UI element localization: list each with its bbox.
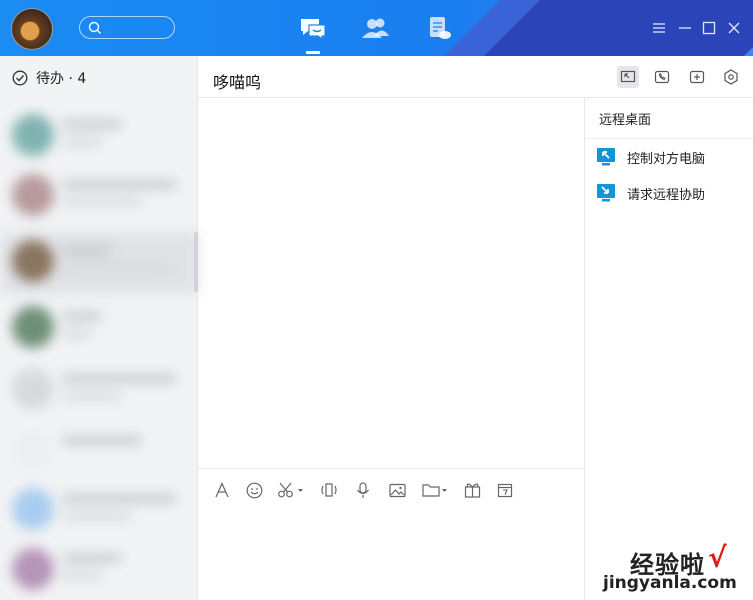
- emoji-icon: [246, 482, 262, 498]
- screenshot-button[interactable]: [277, 480, 305, 500]
- contacts-icon: [362, 18, 389, 38]
- shake-button[interactable]: [319, 480, 339, 500]
- remote-control-icon: [597, 148, 615, 166]
- conversation-sidebar: 待办 · 4: [0, 56, 198, 600]
- list-item[interactable]: [0, 422, 198, 480]
- phone-button[interactable]: [651, 66, 673, 88]
- remote-assist-icon: [597, 184, 615, 202]
- message-input[interactable]: [198, 505, 584, 600]
- input-divider: [198, 468, 584, 469]
- font-icon: [215, 482, 229, 498]
- control-remote-pc-button[interactable]: 控制对方电脑: [597, 145, 747, 169]
- nav-contacts-tab[interactable]: [360, 14, 390, 42]
- image-button[interactable]: [387, 480, 407, 500]
- calendar-icon: [497, 483, 513, 498]
- maximize-icon: [702, 21, 716, 35]
- shake-icon: [321, 483, 337, 497]
- image-icon: [388, 483, 406, 497]
- minimize-icon: [679, 27, 691, 29]
- todo-label: 待办 · 4: [36, 71, 87, 87]
- settings-hex-icon: [724, 69, 738, 85]
- request-remote-assist-button[interactable]: 请求远程协助: [597, 181, 747, 205]
- list-item[interactable]: [0, 360, 198, 418]
- control-remote-pc-label: 控制对方电脑: [627, 151, 706, 167]
- add-button[interactable]: [686, 66, 708, 88]
- remote-desktop-button[interactable]: [617, 66, 639, 88]
- menu-button[interactable]: [651, 20, 667, 36]
- check-circle-icon: [12, 70, 28, 86]
- watermark: 经验啦 √ jingyanla.com: [600, 541, 750, 600]
- chat-bubble-icon: [301, 19, 326, 40]
- nav-docs-tab[interactable]: [424, 14, 454, 42]
- font-button[interactable]: [212, 480, 232, 500]
- add-icon: [689, 70, 705, 84]
- list-item[interactable]: [0, 480, 198, 538]
- list-item[interactable]: [0, 106, 198, 164]
- list-item[interactable]: [0, 232, 198, 294]
- phone-icon: [654, 70, 670, 84]
- maximize-button[interactable]: [701, 20, 717, 36]
- watermark-en: jingyanla.com: [603, 573, 737, 593]
- chat-title: 哆喵呜: [213, 73, 262, 92]
- user-avatar[interactable]: [11, 8, 53, 50]
- menu-icon: [653, 23, 665, 33]
- remote-panel-title: 远程桌面: [599, 113, 652, 128]
- minimize-button[interactable]: [677, 20, 693, 36]
- close-icon: [728, 22, 740, 34]
- list-item[interactable]: [0, 298, 198, 356]
- voice-icon: [357, 481, 369, 498]
- nav-active-indicator: [306, 51, 320, 54]
- chat-settings-button[interactable]: [720, 66, 742, 88]
- message-area[interactable]: [198, 98, 584, 468]
- remote-desktop-icon: [620, 70, 636, 83]
- request-remote-assist-label: 请求远程协助: [627, 187, 706, 203]
- conversation-list: [0, 104, 198, 600]
- close-button[interactable]: [726, 20, 742, 36]
- list-item[interactable]: [0, 540, 198, 598]
- gift-button[interactable]: [462, 480, 482, 500]
- remote-panel-divider: [585, 138, 753, 139]
- search-icon: [88, 21, 101, 34]
- nav-messages-tab[interactable]: [298, 14, 328, 42]
- voice-button[interactable]: [354, 480, 372, 500]
- screenshot-icon: [278, 482, 303, 498]
- calendar-button[interactable]: [495, 480, 515, 500]
- list-item[interactable]: [0, 166, 198, 224]
- folder-button[interactable]: [422, 480, 450, 500]
- todo-entry[interactable]: 待办 · 4: [0, 56, 198, 100]
- remote-desktop-panel: 远程桌面 控制对方电脑 请求远程协助: [584, 98, 753, 600]
- gift-icon: [464, 483, 480, 498]
- watermark-check: √: [708, 541, 727, 574]
- search-input[interactable]: [79, 16, 175, 39]
- emoji-button[interactable]: [244, 480, 264, 500]
- document-cloud-icon: [430, 17, 451, 39]
- folder-icon: [422, 484, 447, 497]
